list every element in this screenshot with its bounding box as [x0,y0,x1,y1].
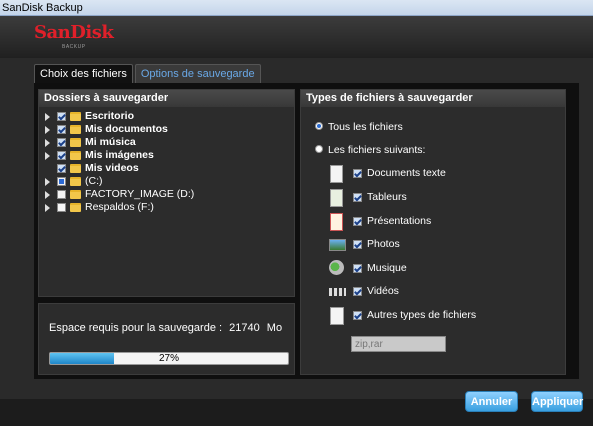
folder-tree-item[interactable]: Mis videos [39,163,294,174]
tab-choix-des-fichiers[interactable]: Choix des fichiers [34,64,133,83]
folder-checkbox[interactable] [57,203,66,212]
folder-label: Mi música [85,136,136,148]
file-type-checkbox[interactable] [353,240,362,249]
file-type-checkbox[interactable] [353,217,362,226]
photo-icon [329,239,346,251]
expand-arrow-icon[interactable] [45,204,50,212]
folder-icon [70,164,81,173]
file-types-panel: Types de fichiers à sauvegarder Tous les… [300,89,566,375]
apply-button[interactable]: Appliquer [531,391,583,412]
folder-icon [70,112,81,121]
folder-icon [70,125,81,134]
folders-panel: Dossiers à sauvegarder Escritorio Mis doc… [38,89,295,297]
app-header: SanDisk BACKUP [0,16,593,58]
other-extensions-field[interactable] [351,336,446,352]
folder-tree-item[interactable]: FACTORY_IMAGE (D:) [39,189,294,200]
space-required-text: Espace requis pour la sauvegarde : 21740… [49,322,282,334]
brand-tagline: BACKUP [62,44,86,50]
folder-tree-item[interactable]: Mis imágenes [39,150,294,161]
radio-following-files-button[interactable] [315,145,323,153]
folder-tree-item[interactable]: Mi música [39,137,294,148]
folder-icon [70,151,81,160]
folder-label: Mis documentos [85,123,168,135]
other-files-icon [330,307,344,325]
file-type-checkbox[interactable] [353,287,362,296]
folder-tree-item[interactable]: Respaldos (F:) [39,202,294,213]
expand-arrow-icon[interactable] [45,152,50,160]
file-type-label: Musique [367,262,407,274]
folder-label: Escritorio [85,110,135,122]
main-content: Dossiers à sauvegarder Escritorio Mis doc… [34,83,579,379]
expand-arrow-icon[interactable] [45,113,50,121]
file-type-label: Photos [367,238,400,250]
folder-checkbox[interactable] [57,177,66,186]
file-type-checkbox[interactable] [353,169,362,178]
folder-tree: Escritorio Mis documentos Mi música Mis imá… [39,107,294,213]
folder-checkbox[interactable] [57,190,66,199]
space-required-unit: Mo [266,322,283,334]
radio-all-files-label: Tous les fichiers [328,121,403,133]
folder-icon [70,177,81,186]
expand-arrow-icon[interactable] [45,178,50,186]
folder-tree-item[interactable]: Escritorio [39,111,294,122]
file-type-label: Documents texte [367,167,446,179]
radio-all-files-button[interactable] [315,122,323,130]
folder-icon [70,203,81,212]
folders-panel-title: Dossiers à sauvegarder [39,90,294,107]
folder-tree-item[interactable]: Mis documentos [39,124,294,135]
spreadsheet-icon [330,189,343,207]
folder-tree-item[interactable]: (C:) [39,176,294,187]
file-type-label: Autres types de fichiers [367,309,477,321]
file-type-checkbox[interactable] [353,264,362,273]
folder-icon [70,190,81,199]
window-title: SanDisk Backup [2,2,83,14]
expand-arrow-icon[interactable] [45,191,50,199]
space-required-value: 21740 [229,322,260,334]
folder-checkbox[interactable] [57,112,66,121]
space-required-label: Espace requis pour la sauvegarde : [49,322,223,334]
presentation-icon [330,213,343,231]
file-types-panel-title: Types de fichiers à sauvegarder [301,90,565,107]
folder-icon [70,138,81,147]
folder-checkbox[interactable] [57,151,66,160]
file-type-checkbox[interactable] [353,193,362,202]
tab-bar: Choix des fichiers Options de sauvegarde [34,64,263,83]
file-type-label: Tableurs [367,191,407,203]
folder-checkbox[interactable] [57,164,66,173]
video-icon [329,288,346,296]
space-progress-bar: 27% [49,352,289,365]
folder-label: FACTORY_IMAGE (D:) [85,188,195,200]
file-type-label: Présentations [367,215,432,227]
tab-options-de-sauvegarde[interactable]: Options de sauvegarde [134,64,261,83]
folder-label: Respaldos (F:) [85,201,154,213]
file-type-label: Vidéos [367,285,399,297]
expand-arrow-icon[interactable] [45,139,50,147]
brand-logo: SanDisk [34,22,114,43]
folder-checkbox[interactable] [57,138,66,147]
radio-following-files-label: Les fichiers suivants: [328,144,426,156]
expand-arrow-icon[interactable] [45,126,50,134]
text-document-icon [330,165,343,183]
file-type-checkbox[interactable] [353,311,362,320]
folder-checkbox[interactable] [57,125,66,134]
window-titlebar: SanDisk Backup [0,0,593,16]
space-progress-label: 27% [158,353,179,364]
folder-label: Mis videos [85,162,139,174]
folder-label: (C:) [85,175,103,187]
space-panel: Espace requis pour la sauvegarde : 21740… [38,303,295,375]
cancel-button[interactable]: Annuler [465,391,518,412]
music-icon [329,260,344,275]
folder-label: Mis imágenes [85,149,154,161]
